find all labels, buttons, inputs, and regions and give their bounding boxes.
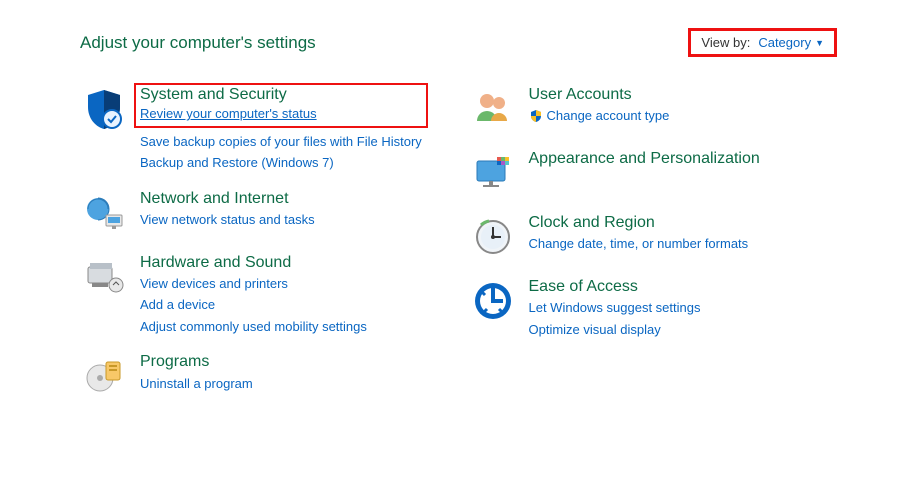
view-by-dropdown[interactable]: Category ▼ [758, 35, 824, 50]
page-title: Adjust your computer's settings [80, 33, 316, 53]
link-add-device[interactable]: Add a device [140, 295, 367, 315]
users-icon [469, 85, 517, 133]
category-hardware-sound: Hardware and Sound View devices and prin… [80, 253, 449, 337]
view-by-value-text: Category [758, 35, 811, 50]
link-mobility-settings[interactable]: Adjust commonly used mobility settings [140, 317, 367, 337]
left-column: System and Security Review your computer… [80, 85, 449, 416]
link-change-date-time[interactable]: Change date, time, or number formats [529, 234, 749, 254]
link-backup-restore[interactable]: Backup and Restore (Windows 7) [140, 153, 422, 173]
network-icon [80, 189, 128, 237]
category-title-appearance[interactable]: Appearance and Personalization [529, 149, 760, 168]
uac-shield-icon [529, 109, 543, 123]
category-title-programs[interactable]: Programs [140, 352, 253, 371]
chevron-down-icon: ▼ [815, 38, 824, 48]
category-title-clock[interactable]: Clock and Region [529, 213, 749, 232]
category-network-internet: Network and Internet View network status… [80, 189, 449, 237]
shield-icon [80, 85, 128, 133]
clock-icon [469, 213, 517, 261]
category-clock-region: Clock and Region Change date, time, or n… [469, 213, 838, 261]
system-security-highlight-box: System and Security Review your computer… [134, 83, 428, 128]
link-windows-suggest[interactable]: Let Windows suggest settings [529, 298, 701, 318]
category-system-security: System and Security Review your computer… [80, 85, 449, 173]
category-user-accounts: User Accounts Change account type [469, 85, 838, 133]
link-change-account-type-text: Change account type [547, 106, 670, 126]
category-appearance: Appearance and Personalization [469, 149, 838, 197]
link-review-status[interactable]: Review your computer's status [140, 104, 422, 124]
category-title-hardware[interactable]: Hardware and Sound [140, 253, 367, 272]
link-change-account-type[interactable]: Change account type [529, 106, 670, 126]
link-network-status[interactable]: View network status and tasks [140, 210, 315, 230]
view-by-label: View by: [701, 35, 750, 50]
appearance-icon [469, 149, 517, 197]
link-file-history[interactable]: Save backup copies of your files with Fi… [140, 132, 422, 152]
category-title-system-security[interactable]: System and Security [140, 85, 422, 104]
ease-of-access-icon [469, 277, 517, 325]
right-column: User Accounts Change account type [469, 85, 838, 416]
link-optimize-display[interactable]: Optimize visual display [529, 320, 701, 340]
link-uninstall-program[interactable]: Uninstall a program [140, 374, 253, 394]
category-title-network[interactable]: Network and Internet [140, 189, 315, 208]
link-devices-printers[interactable]: View devices and printers [140, 274, 367, 294]
category-programs: Programs Uninstall a program [80, 352, 449, 400]
view-by-highlight-box: View by: Category ▼ [688, 28, 837, 57]
category-title-user-accounts[interactable]: User Accounts [529, 85, 670, 104]
category-title-ease[interactable]: Ease of Access [529, 277, 701, 296]
programs-icon [80, 352, 128, 400]
category-ease-of-access: Ease of Access Let Windows suggest setti… [469, 277, 838, 339]
hardware-icon [80, 253, 128, 301]
